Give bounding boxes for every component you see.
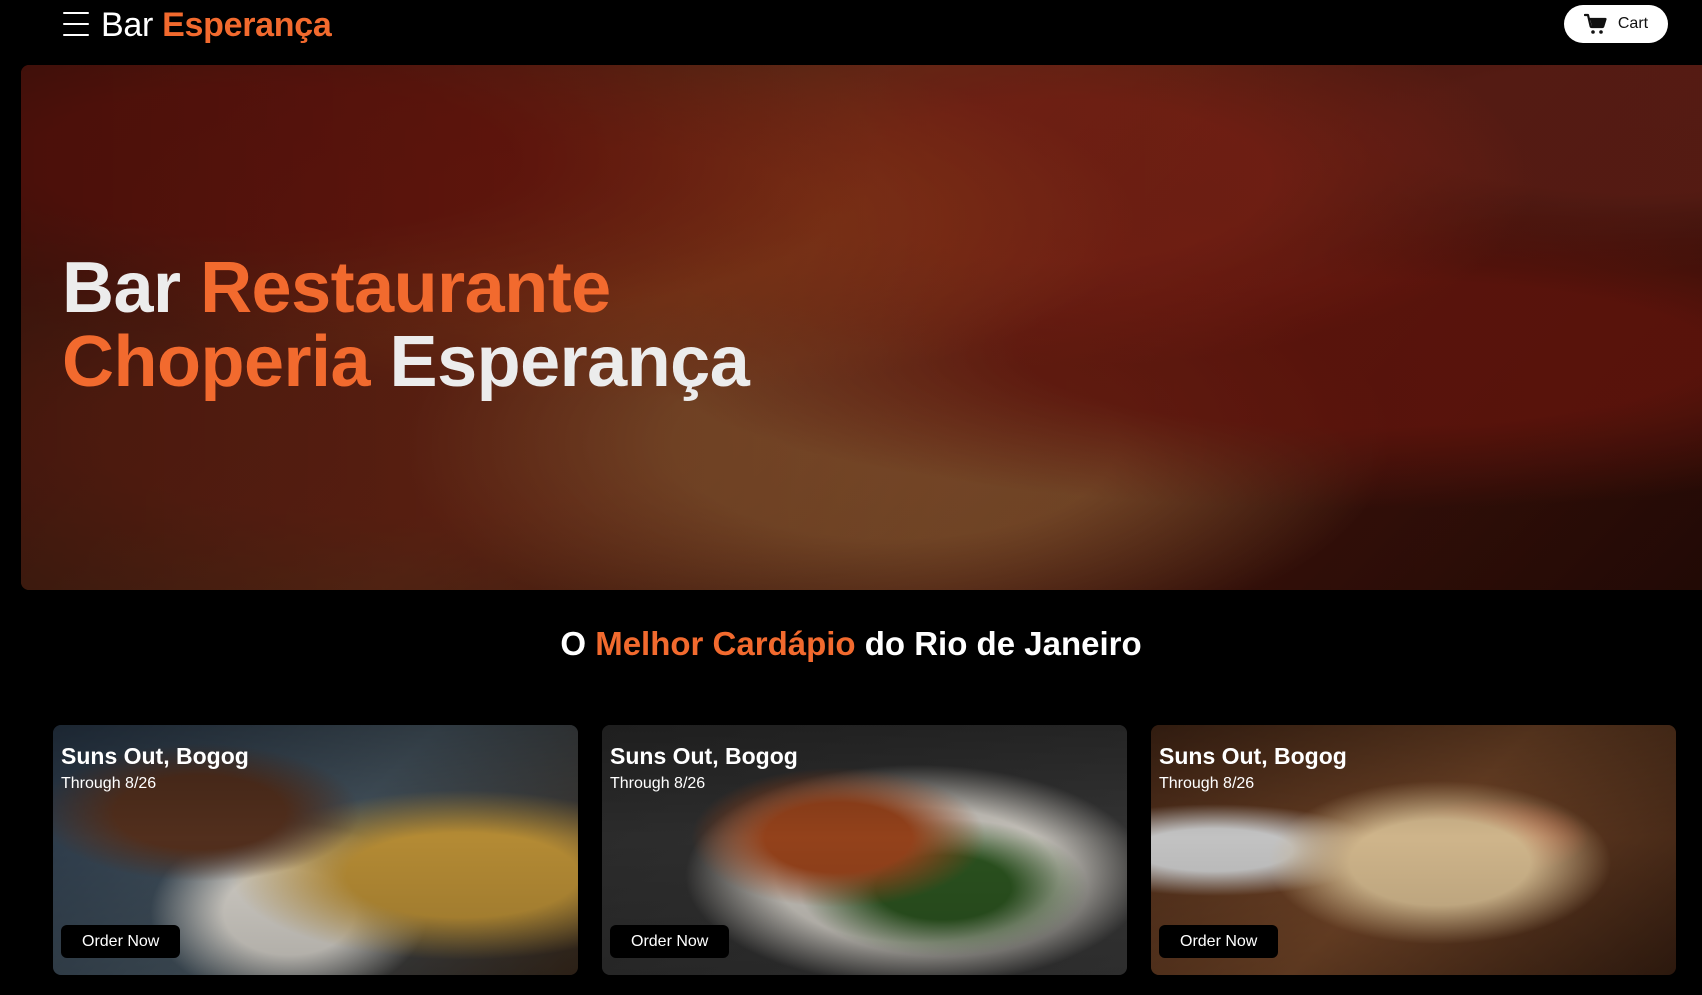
order-now-button[interactable]: Order Now (1159, 925, 1279, 958)
hamburger-menu-icon[interactable] (63, 12, 89, 36)
promo-card-title: Suns Out, Bogog (610, 743, 798, 769)
hero-title: Bar Restaurante Choperia Esperança (62, 248, 750, 402)
hero-banner: Bar Restaurante Choperia Esperança (21, 65, 1702, 590)
promo-card-subtitle: Through 8/26 (61, 775, 157, 792)
logo-text-bar: Bar (101, 6, 163, 44)
promo-card-pasta[interactable]: Suns Out, Bogog Through 8/26 Order Now (1151, 725, 1676, 975)
promo-card-subtitle: Through 8/26 (610, 775, 706, 792)
site-header: Bar Esperança Cart (0, 0, 1702, 60)
promo-card-title: Suns Out, Bogog (61, 743, 249, 769)
section-title-melhor-cardapio: Melhor Cardápio (595, 625, 856, 662)
promo-card-chicken-salad[interactable]: Suns Out, Bogog Through 8/26 Order Now (602, 725, 1127, 975)
order-now-button[interactable]: Order Now (61, 925, 181, 958)
hero-text-bar: Bar (62, 248, 201, 328)
hero-text-esperanca: Esperança (370, 322, 750, 402)
cart-label: Cart (1617, 15, 1649, 32)
hero-text-restaurante: Restaurante (200, 248, 611, 328)
section-title-rio: do Rio de Janeiro (855, 625, 1142, 662)
cart-button[interactable]: Cart (1564, 5, 1668, 43)
logo-text-esperanca: Esperança (162, 6, 332, 44)
shopping-cart-icon (1583, 13, 1607, 34)
promo-card-title: Suns Out, Bogog (1159, 743, 1347, 769)
promo-card-subtitle: Through 8/26 (1159, 775, 1255, 792)
site-logo[interactable]: Bar Esperança (101, 4, 332, 46)
hero-text-choperia: Choperia (62, 322, 371, 402)
section-title-o: O (560, 625, 596, 662)
promo-card-burger[interactable]: Suns Out, Bogog Through 8/26 Order Now (53, 725, 578, 975)
order-now-button[interactable]: Order Now (610, 925, 730, 958)
menu-section-title: O Melhor Cardápio do Rio de Janeiro (0, 625, 1702, 663)
